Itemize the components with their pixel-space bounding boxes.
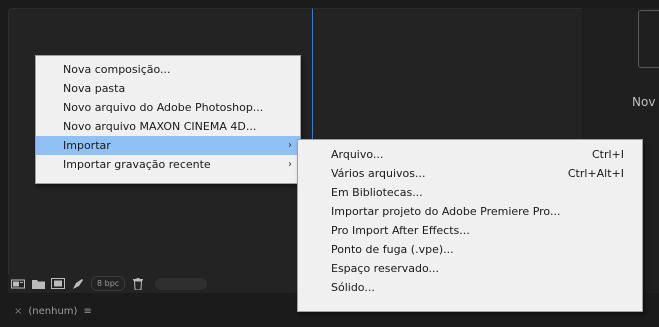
right-panel-preview-box [638, 10, 659, 68]
menu-item-new-folder[interactable]: Nova pasta [36, 79, 300, 98]
submenu-item-file[interactable]: Arquivo... Ctrl+I [298, 145, 642, 164]
menu-item-label: Espaço reservado... [331, 262, 440, 275]
menu-item-label: Novo arquivo do Adobe Photoshop... [63, 101, 264, 114]
submenu-item-premiere-project[interactable]: Importar projeto do Adobe Premiere Pro..… [298, 202, 642, 221]
submenu-item-placeholder[interactable]: Espaço reservado... [298, 259, 642, 278]
menu-item-new-photoshop-file[interactable]: Novo arquivo do Adobe Photoshop... [36, 98, 300, 117]
import-submenu: Arquivo... Ctrl+I Vários arquivos... Ctr… [297, 139, 643, 312]
menu-item-label: Pro Import After Effects... [331, 224, 470, 237]
submenu-item-solid[interactable]: Sólido... [298, 278, 642, 297]
menu-item-label: Importar [63, 139, 111, 152]
thumbnail-size-slider[interactable] [155, 277, 208, 290]
menu-item-new-composition[interactable]: Nova composição... [36, 60, 300, 79]
menu-item-label: Sólido... [331, 281, 375, 294]
submenu-item-pro-import[interactable]: Pro Import After Effects... [298, 221, 642, 240]
submenu-item-libraries[interactable]: Em Bibliotecas... [298, 183, 642, 202]
new-composition-icon[interactable] [51, 278, 65, 290]
bit-depth-button[interactable]: 8 bpc [91, 276, 126, 291]
submenu-arrow-icon: › [288, 140, 292, 151]
menu-item-import-recent[interactable]: Importar gravação recente › [36, 155, 300, 174]
menu-item-label: Vários arquivos... [331, 167, 426, 180]
submenu-item-multiple-files[interactable]: Vários arquivos... Ctrl+Alt+I [298, 164, 642, 183]
right-panel-label: Nov [632, 95, 656, 109]
submenu-item-vanishing-point[interactable]: Ponto de fuga (.vpe)... [298, 240, 642, 259]
new-context-menu: Nova composição... Nova pasta Novo arqui… [35, 55, 301, 184]
interpret-footage-icon[interactable] [11, 278, 25, 290]
trash-icon[interactable] [131, 277, 145, 290]
menu-item-label: Arquivo... [331, 148, 384, 161]
menu-item-label: Nova composição... [63, 63, 171, 76]
submenu-arrow-icon: › [288, 159, 292, 170]
menu-item-label: Nova pasta [63, 82, 126, 95]
menu-item-shortcut: Ctrl+I [591, 148, 624, 161]
pen-icon[interactable] [71, 278, 85, 290]
close-tab-icon[interactable]: × [14, 306, 22, 317]
menu-item-label: Em Bibliotecas... [331, 186, 423, 199]
menu-item-label: Ponto de fuga (.vpe)... [331, 243, 454, 256]
composition-tab-label[interactable]: (nenhum) [28, 306, 77, 317]
menu-item-new-cinema4d-file[interactable]: Novo arquivo MAXON CINEMA 4D... [36, 117, 300, 136]
menu-item-label: Importar gravação recente [63, 158, 211, 171]
project-panel-toolbar: 8 bpc [8, 274, 313, 293]
window-top-strip [0, 0, 659, 8]
new-folder-icon[interactable] [31, 278, 45, 290]
menu-item-shortcut: Ctrl+Alt+I [567, 167, 624, 180]
menu-item-label: Importar projeto do Adobe Premiere Pro..… [331, 205, 561, 218]
panel-menu-icon[interactable]: ≡ [83, 306, 91, 317]
menu-item-label: Novo arquivo MAXON CINEMA 4D... [63, 120, 257, 133]
menu-item-import[interactable]: Importar › [36, 136, 300, 155]
